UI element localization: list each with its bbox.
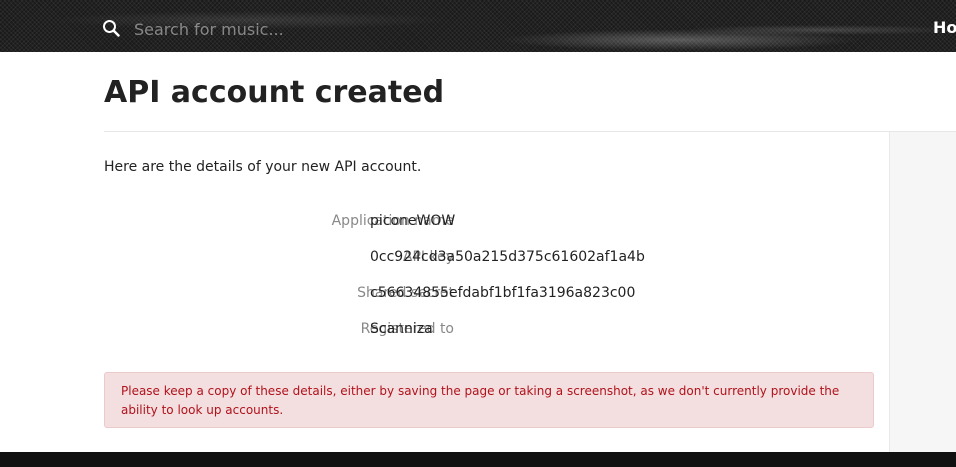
search-input[interactable] bbox=[134, 14, 434, 44]
title-divider bbox=[104, 131, 956, 132]
detail-row-registered-to: Registered to Scanniza bbox=[104, 319, 864, 355]
sidebar bbox=[889, 132, 956, 452]
warning-alert: Please keep a copy of these details, eit… bbox=[104, 372, 874, 428]
alert-text: Please keep a copy of these details, eit… bbox=[121, 384, 840, 417]
detail-value: piconeWOW bbox=[370, 213, 456, 229]
intro-text: Here are the details of your new API acc… bbox=[104, 159, 422, 175]
site-footer bbox=[0, 452, 956, 467]
search-icon[interactable] bbox=[102, 19, 120, 37]
nav-home-link[interactable]: Ho bbox=[933, 18, 956, 37]
detail-row-shared-secret: Shared secret c56634855efdabf1bf1fa3196a… bbox=[104, 283, 864, 319]
detail-row-api-key: API key 0cc924cd3a50a215d375c61602af1a4b bbox=[104, 247, 864, 283]
detail-value: 0cc924cd3a50a215d375c61602af1a4b bbox=[370, 249, 645, 265]
detail-value: Scanniza bbox=[370, 321, 433, 337]
detail-value: c56634855efdabf1bf1fa3196a823c00 bbox=[370, 285, 636, 301]
page-title: API account created bbox=[104, 75, 445, 110]
detail-row-application-name: Application name piconeWOW bbox=[104, 211, 864, 247]
api-details-list: Application name piconeWOW API key 0cc92… bbox=[104, 211, 864, 355]
site-header: Ho bbox=[0, 0, 956, 52]
